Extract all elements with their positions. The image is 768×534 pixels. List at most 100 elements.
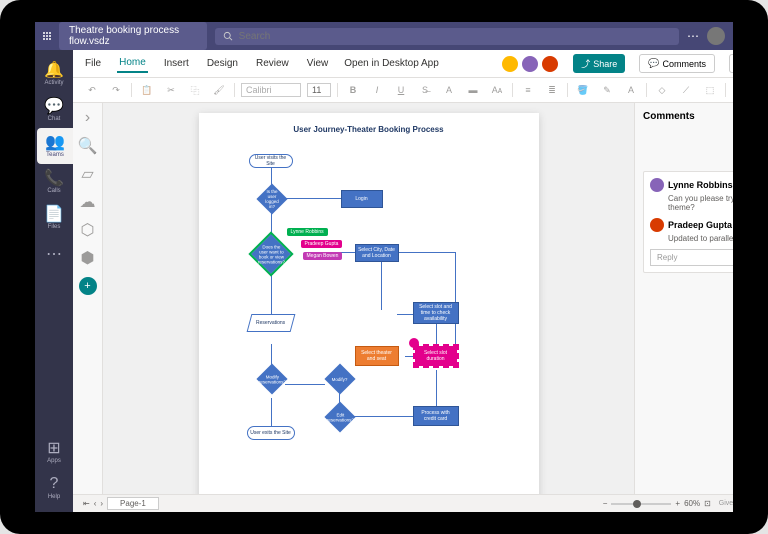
pointer-icon[interactable]: ↖	[732, 81, 733, 99]
rail-apps[interactable]: ⊞Apps	[35, 434, 73, 470]
rail-activity[interactable]: 🔔Activity	[35, 56, 73, 92]
first-page-icon[interactable]: ⇤	[83, 499, 90, 508]
comment-text: Updated to parallel theme.	[668, 234, 733, 243]
favorites-icon[interactable]: ⬡	[79, 221, 97, 239]
font-size-selector[interactable]: 11	[307, 83, 331, 97]
rail-files[interactable]: 📄Files	[35, 200, 73, 236]
redo-icon[interactable]: ↷	[107, 81, 125, 99]
shape-edit-decision[interactable]: Edit reservations?	[324, 401, 355, 432]
user-tag-megan: Megan Bowen	[303, 252, 343, 260]
comment-author-name: Lynne Robbins	[668, 180, 733, 190]
underline-icon[interactable]: U	[392, 81, 410, 99]
share-icon: ⤴	[581, 57, 590, 70]
undo-icon[interactable]: ↶	[83, 81, 101, 99]
font-selector[interactable]: Calibri	[241, 83, 301, 97]
shape-select-theater[interactable]: Select theater and seat	[355, 346, 399, 366]
search-input[interactable]	[239, 31, 671, 42]
user-avatar[interactable]	[707, 27, 725, 45]
comments-button[interactable]: 💬Comments	[639, 54, 715, 73]
feedback-link[interactable]: Give Feedback to Microsoft	[719, 500, 733, 507]
shapes-icon[interactable]: ▱	[79, 165, 97, 183]
comment-author-name: Pradeep Gupta	[668, 220, 732, 230]
more-button[interactable]: ⋯	[729, 54, 733, 73]
tab-review[interactable]: Review	[254, 55, 291, 72]
quick-icon[interactable]: ⬢	[79, 249, 97, 267]
zoom-slider[interactable]	[611, 503, 671, 505]
line-color-icon[interactable]: ✎	[598, 81, 616, 99]
more-icon[interactable]: ⋯	[687, 29, 699, 43]
rail-chat[interactable]: 💬Chat	[35, 92, 73, 128]
reply-input[interactable]: Reply	[650, 249, 733, 266]
text-icon[interactable]: A	[622, 81, 640, 99]
teams-title-bar: Theatre booking process flow.vsdz ⋯	[35, 22, 733, 50]
rail-help[interactable]: ?Help	[35, 470, 73, 506]
shape-end[interactable]: User exits the Site	[247, 426, 295, 440]
shape-reservations[interactable]: Reservations	[246, 314, 295, 332]
shape-select-city[interactable]: Select City, Date and Location	[355, 244, 399, 262]
comment-icon: 💬	[648, 58, 659, 69]
cut-icon[interactable]: ✂	[162, 81, 180, 99]
prev-page-icon[interactable]: ‹	[94, 499, 97, 508]
ribbon-tabs: File Home Insert Design Review View Open…	[73, 50, 733, 78]
expand-icon[interactable]: ›	[79, 109, 97, 127]
shape-modify-decision[interactable]: Modify?	[324, 363, 355, 394]
comment-text: Can you please try the standard theme?	[668, 194, 733, 212]
bold-icon[interactable]: B	[344, 81, 362, 99]
tab-file[interactable]: File	[83, 55, 103, 72]
add-shape-button[interactable]: +	[79, 277, 97, 295]
zoom-out-icon[interactable]: −	[603, 499, 608, 508]
shape-select-slot[interactable]: Select slot and time to check availabili…	[413, 302, 459, 324]
shape-logged-in[interactable]: Is the user logged in?	[256, 183, 287, 214]
comment-avatar	[650, 178, 664, 192]
diagram-title: User Journey-Theater Booking Process	[211, 125, 527, 134]
paste-icon[interactable]: 📋	[138, 81, 156, 99]
diagram-page[interactable]: User Journey-Theater Booking Process Use…	[199, 113, 539, 494]
canvas: User Journey-Theater Booking Process Use…	[103, 103, 634, 494]
tab-design[interactable]: Design	[205, 55, 240, 72]
comments-title: Comments	[643, 111, 695, 122]
presence-avatars[interactable]	[501, 55, 559, 73]
share-button[interactable]: ⤴Share	[573, 54, 625, 73]
open-desktop-link[interactable]: Open in Desktop App	[344, 58, 439, 69]
tab-view[interactable]: View	[305, 55, 331, 72]
strike-icon[interactable]: S̶	[416, 81, 434, 99]
shape-want-modify[interactable]: Does the user want to book or view reser…	[251, 234, 291, 274]
align2-icon[interactable]: ≣	[543, 81, 561, 99]
shape-select-duration[interactable]: Select slot duration	[415, 346, 457, 366]
teams-app-rail: 🔔Activity 💬Chat 👥Teams 📞Calls 📄Files ⋯ ⊞…	[35, 50, 73, 512]
formatting-toolbar: ↶ ↷ 📋 ✂ ⿻ 🖌 Calibri 11 B I U S̶ A ▬ Aᴀ ≡…	[73, 78, 733, 103]
shape-process[interactable]: Process with credit card	[413, 406, 459, 426]
page-label[interactable]: Page-1	[107, 497, 159, 510]
connector-icon[interactable]: ⟋	[677, 81, 695, 99]
align-icon[interactable]: ≡	[519, 81, 537, 99]
search-shapes-icon[interactable]: 🔍	[79, 137, 97, 155]
document-title: Theatre booking process flow.vsdz	[59, 22, 207, 50]
highlight-icon[interactable]: ▬	[464, 81, 482, 99]
rail-teams[interactable]: 👥Teams	[37, 128, 73, 164]
tab-home[interactable]: Home	[117, 54, 148, 73]
fit-page-icon[interactable]: ⊡	[704, 499, 711, 508]
text-size-icon[interactable]: Aᴀ	[488, 81, 506, 99]
fill-icon[interactable]: 🪣	[574, 81, 592, 99]
copy-icon[interactable]: ⿻	[186, 81, 204, 99]
waffle-icon[interactable]	[43, 32, 51, 40]
shape-start[interactable]: User visits the Site	[249, 154, 293, 168]
italic-icon[interactable]: I	[368, 81, 386, 99]
search-icon	[223, 31, 233, 41]
search-box[interactable]	[215, 28, 679, 45]
format-painter-icon[interactable]: 🖌	[210, 81, 228, 99]
shape-modify-res[interactable]: Modify reservations?	[256, 363, 287, 394]
arrange-icon[interactable]: ⬚	[701, 81, 719, 99]
zoom-in-icon[interactable]: +	[675, 499, 680, 508]
rail-calls[interactable]: 📞Calls	[35, 164, 73, 200]
user-tag-lynne: Lynne Robbins	[287, 228, 328, 236]
shape-panel: › 🔍 ▱ ☁ ⬡ ⬢ +	[73, 103, 103, 494]
next-page-icon[interactable]: ›	[100, 499, 103, 508]
rail-more[interactable]: ⋯	[35, 236, 73, 272]
font-color-icon[interactable]: A	[440, 81, 458, 99]
user-tag-pradeep: Pradeep Gupta	[301, 240, 343, 248]
tab-insert[interactable]: Insert	[162, 55, 191, 72]
shape-login[interactable]: Login	[341, 190, 383, 208]
stencil-icon[interactable]: ☁	[79, 193, 97, 211]
shape-icon[interactable]: ◇	[653, 81, 671, 99]
